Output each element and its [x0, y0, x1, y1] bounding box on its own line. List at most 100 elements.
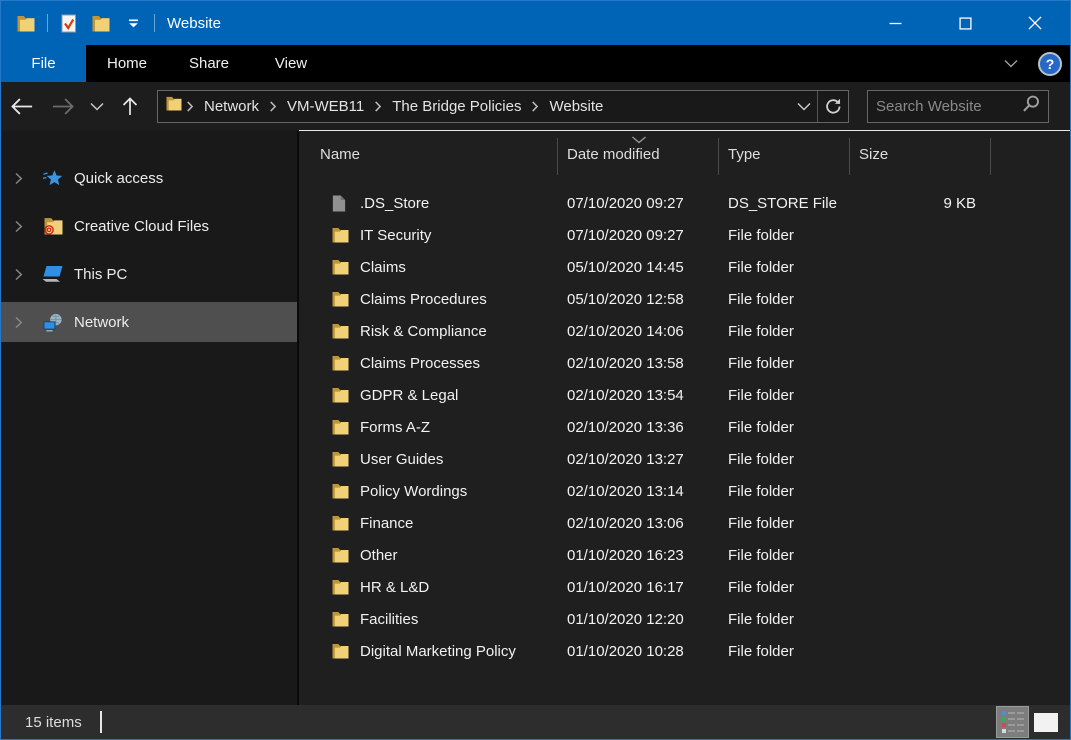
column-header-date-modified[interactable]: Date modified	[558, 131, 719, 177]
column-header-label: Type	[719, 146, 761, 163]
explorer-folder-icon[interactable]	[15, 10, 37, 36]
items-count: 15 items	[25, 714, 82, 731]
file-name: Policy Wordings	[360, 483, 467, 500]
table-row[interactable]: Claims Procedures05/10/2020 12:58File fo…	[299, 283, 1070, 315]
collapse-ribbon-icon[interactable]	[998, 51, 1024, 77]
sidebar-item-creative-cloud-files[interactable]: Creative Cloud Files	[1, 206, 297, 246]
refresh-icon[interactable]	[818, 98, 848, 115]
breadcrumb-chevron-icon[interactable]	[370, 101, 386, 112]
table-row[interactable]: .DS_Store07/10/2020 09:27DS_STORE File9 …	[299, 187, 1070, 219]
sidebar-item-quick-access[interactable]: Quick access	[1, 158, 297, 198]
table-row[interactable]: Forms A-Z02/10/2020 13:36File folder	[299, 411, 1070, 443]
file-type: File folder	[719, 515, 850, 532]
folder-icon	[332, 387, 350, 403]
sidebar-item-this-pc[interactable]: This PC	[1, 254, 297, 294]
maximize-button[interactable]	[930, 1, 1000, 45]
table-row[interactable]: IT Security07/10/2020 09:27File folder	[299, 219, 1070, 251]
column-header-name[interactable]: Name	[299, 131, 558, 177]
column-header-label: Name	[299, 146, 360, 163]
tab-label: View	[275, 55, 307, 72]
properties-check-icon[interactable]	[58, 10, 80, 36]
table-row[interactable]: Claims05/10/2020 14:45File folder	[299, 251, 1070, 283]
column-divider[interactable]	[990, 138, 991, 175]
address-bar[interactable]: Network VM-WEB11 The Bridge Policies Websit…	[157, 90, 849, 123]
recent-locations-icon[interactable]	[83, 90, 111, 122]
table-row[interactable]: Finance02/10/2020 13:06File folder	[299, 507, 1070, 539]
file-icon	[332, 195, 350, 212]
file-name: Other	[360, 547, 398, 564]
file-type: File folder	[719, 483, 850, 500]
table-row[interactable]: Digital Marketing Policy01/10/2020 10:28…	[299, 635, 1070, 667]
details-view-button[interactable]	[996, 706, 1029, 738]
table-row[interactable]: Facilities01/10/2020 12:20File folder	[299, 603, 1070, 635]
breadcrumb-chevron-icon[interactable]	[265, 101, 281, 112]
column-header-label: Size	[850, 146, 888, 163]
new-folder-icon[interactable]	[90, 10, 112, 36]
table-row[interactable]: Risk & Compliance02/10/2020 14:06File fo…	[299, 315, 1070, 347]
file-name: .DS_Store	[360, 195, 429, 212]
date-modified: 02/10/2020 13:36	[558, 419, 719, 436]
table-row[interactable]: Policy Wordings02/10/2020 13:14File fold…	[299, 475, 1070, 507]
folder-icon	[332, 259, 350, 275]
expand-chevron-icon[interactable]	[15, 220, 27, 233]
address-dropdown-icon[interactable]	[791, 102, 817, 111]
file-name: GDPR & Legal	[360, 387, 458, 404]
cc-folder-icon	[41, 217, 65, 235]
file-rows: .DS_Store07/10/2020 09:27DS_STORE File9 …	[299, 187, 1070, 667]
table-row[interactable]: Other01/10/2020 16:23File folder	[299, 539, 1070, 571]
sidebar-item-network[interactable]: Network	[1, 302, 297, 342]
column-header-type[interactable]: Type	[719, 131, 850, 177]
close-button[interactable]	[1000, 1, 1070, 45]
sort-descending-icon[interactable]	[631, 131, 646, 148]
date-modified: 07/10/2020 09:27	[558, 195, 719, 212]
table-row[interactable]: HR & L&D01/10/2020 16:17File folder	[299, 571, 1070, 603]
date-modified: 02/10/2020 13:27	[558, 451, 719, 468]
tab-share[interactable]: Share	[168, 45, 250, 82]
table-row[interactable]: User Guides02/10/2020 13:27File folder	[299, 443, 1070, 475]
breadcrumb-item[interactable]: Network	[198, 98, 265, 115]
file-name: Forms A-Z	[360, 419, 430, 436]
thumbnails-view-button[interactable]	[1029, 706, 1062, 738]
column-header-size[interactable]: Size	[850, 131, 991, 177]
file-type: File folder	[719, 611, 850, 628]
expand-chevron-icon[interactable]	[15, 316, 27, 329]
breadcrumb-item[interactable]: Website	[543, 98, 609, 115]
forward-button[interactable]	[43, 90, 83, 122]
file-type: File folder	[719, 451, 850, 468]
file-name: Claims Processes	[360, 355, 480, 372]
breadcrumb: Network VM-WEB11 The Bridge Policies Websit…	[182, 98, 791, 115]
breadcrumb-chevron-icon[interactable]	[182, 101, 198, 112]
star-icon	[41, 169, 65, 188]
breadcrumb-item[interactable]: The Bridge Policies	[386, 98, 527, 115]
sidebar-item-label: This PC	[74, 266, 127, 283]
file-type: File folder	[719, 355, 850, 372]
date-modified: 02/10/2020 13:54	[558, 387, 719, 404]
expand-chevron-icon[interactable]	[15, 268, 27, 281]
tab-home[interactable]: Home	[86, 45, 168, 82]
file-name: Claims Procedures	[360, 291, 487, 308]
file-name: Digital Marketing Policy	[360, 643, 516, 660]
tab-view[interactable]: View	[250, 45, 332, 82]
tab-file[interactable]: File	[1, 45, 86, 82]
back-button[interactable]	[1, 90, 43, 122]
help-icon[interactable]: ?	[1038, 52, 1062, 76]
date-modified: 05/10/2020 12:58	[558, 291, 719, 308]
up-button[interactable]	[111, 90, 149, 122]
search-icon[interactable]	[1023, 95, 1040, 117]
table-row[interactable]: GDPR & Legal02/10/2020 13:54File folder	[299, 379, 1070, 411]
title-bar: Website	[1, 1, 1070, 45]
breadcrumb-item[interactable]: VM-WEB11	[281, 98, 370, 115]
breadcrumb-chevron-icon[interactable]	[527, 101, 543, 112]
table-row[interactable]: Claims Processes02/10/2020 13:58File fol…	[299, 347, 1070, 379]
minimize-button[interactable]	[860, 1, 930, 45]
window-controls	[860, 1, 1070, 45]
customize-qat-dropdown-icon[interactable]	[122, 10, 144, 36]
expand-chevron-icon[interactable]	[15, 172, 27, 185]
sidebar-item-label: Creative Cloud Files	[74, 218, 209, 235]
window-title: Website	[167, 15, 221, 32]
qat-separator	[154, 14, 155, 32]
folder-icon	[332, 643, 350, 659]
pc-icon	[41, 265, 65, 283]
search-input[interactable]	[876, 98, 1023, 115]
file-type: DS_STORE File	[719, 195, 850, 212]
